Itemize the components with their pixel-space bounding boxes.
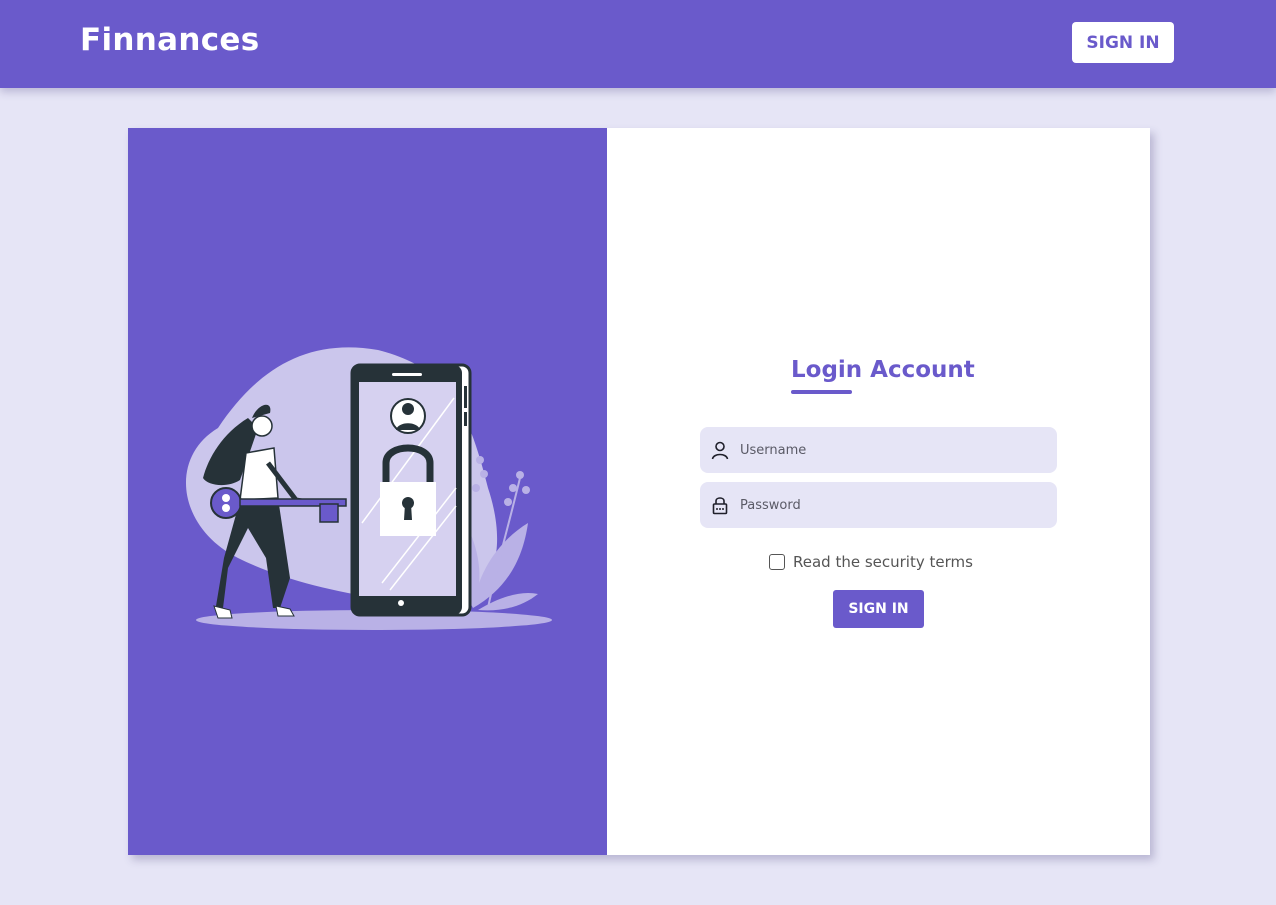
- security-illustration: [185, 347, 552, 630]
- login-title: Login Account: [791, 357, 975, 383]
- lock-icon: [710, 495, 730, 515]
- password-input[interactable]: [738, 482, 1048, 528]
- security-terms-checkbox[interactable]: [769, 554, 785, 570]
- username-input[interactable]: [738, 427, 1048, 473]
- top-navbar: Finnances SIGN IN: [0, 0, 1276, 88]
- login-form-panel: Login Account Username Read the security…: [607, 128, 1150, 855]
- header-signin-button[interactable]: SIGN IN: [1072, 22, 1174, 63]
- brand-logo[interactable]: Finnances: [80, 22, 259, 58]
- illustration-panel: [128, 128, 607, 855]
- signin-submit-button[interactable]: SIGN IN: [833, 590, 924, 628]
- password-field[interactable]: [700, 482, 1057, 528]
- security-terms-option[interactable]: Read the security terms: [769, 552, 973, 572]
- user-icon: [710, 440, 730, 460]
- username-field[interactable]: [700, 427, 1057, 473]
- login-card: Login Account Username Read the security…: [128, 128, 1150, 855]
- security-terms-label[interactable]: Read the security terms: [793, 553, 973, 571]
- title-underline: [791, 390, 852, 394]
